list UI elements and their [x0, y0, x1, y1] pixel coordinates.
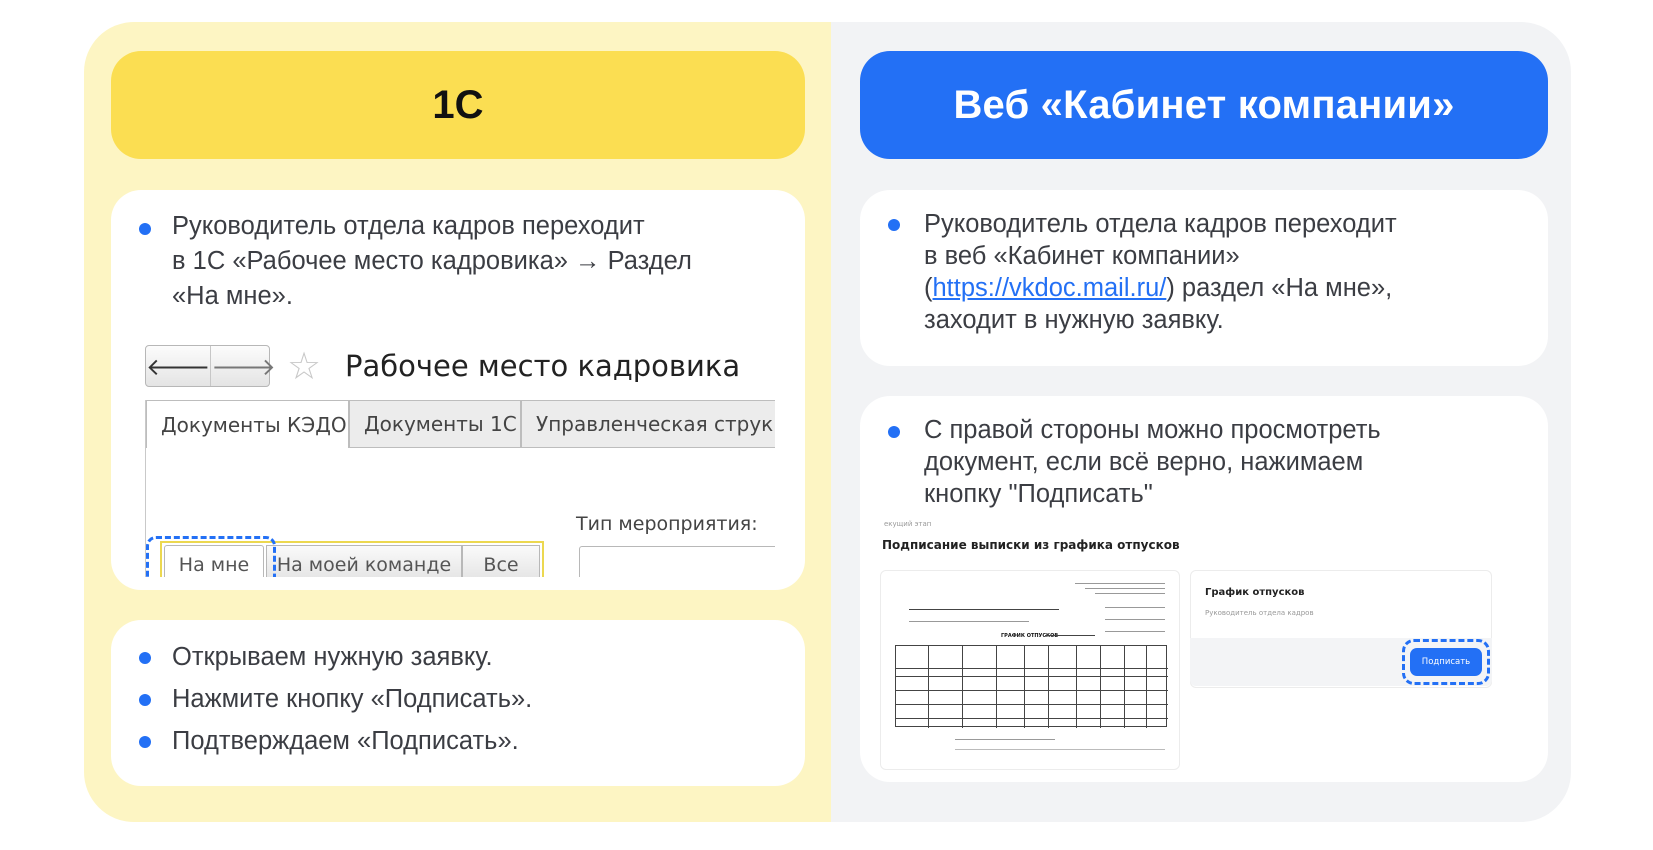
- onec-screenshot: 🡐 🡒 ☆ Рабочее место кадровика Документы …: [145, 345, 775, 577]
- table-rule: [896, 718, 1168, 719]
- tabs-area: Документы КЭДО Документы 1С Управленческ…: [145, 400, 775, 577]
- segment-my-team[interactable]: На моей команде: [266, 545, 462, 577]
- instruction-line: (https://vkdoc.mail.ru/) раздел «На мне»…: [924, 272, 1392, 304]
- side-panel-title: График отпусков: [1205, 587, 1305, 598]
- table-col: [1124, 646, 1125, 728]
- sign-button-highlight: [1402, 639, 1490, 685]
- back-arrow-icon[interactable]: 🡐: [146, 346, 210, 386]
- bullet-dot: [139, 736, 151, 748]
- table-col: [1100, 646, 1101, 728]
- tab-underline: [349, 447, 775, 448]
- document-heading: ГРАФИК ОТПУСКОВ: [1001, 633, 1059, 639]
- vacation-table: [895, 645, 1168, 728]
- doc-text-line: [1105, 619, 1165, 620]
- bullet-dot: [888, 219, 900, 231]
- instruction-line: в 1С «Рабочее место кадровика» → Раздел: [172, 247, 692, 275]
- card-view-sign: С правой стороны можно просмотреть докум…: [860, 396, 1548, 782]
- table-rule: [896, 704, 1168, 705]
- table-col: [1076, 646, 1077, 728]
- instruction-line: документ, если всё верно, нажимаем: [924, 448, 1364, 476]
- section-text: ) раздел «На мне»,: [1166, 274, 1393, 302]
- side-panel-subtitle: Руководитель отдела кадров: [1205, 609, 1314, 617]
- doc-text-line: [1095, 593, 1165, 594]
- table-col: [1048, 646, 1049, 728]
- step-item: Открываем нужную заявку.: [172, 643, 493, 671]
- doc-text-line: [909, 609, 1059, 610]
- vkdoc-link[interactable]: https://vkdoc.mail.ru/: [933, 274, 1167, 302]
- star-icon[interactable]: ☆: [287, 345, 321, 387]
- header-1c: 1C: [111, 51, 805, 159]
- bullet-dot: [888, 426, 900, 438]
- instruction-line: Руководитель отдела кадров переходит: [924, 210, 1397, 238]
- doc-text-line: [1075, 583, 1165, 584]
- instruction-line: Руководитель отдела кадров переходит: [172, 212, 645, 240]
- event-type-input[interactable]: [579, 546, 775, 577]
- event-type-label: Тип мероприятия:: [576, 513, 758, 535]
- doc-text-line: [955, 739, 1055, 740]
- table-rule: [896, 676, 1168, 677]
- step-item: Подтверждаем «Подписать».: [172, 727, 519, 755]
- instruction-line: «На мне».: [172, 282, 293, 310]
- bullet-dot: [139, 694, 151, 706]
- doc-text-line: [909, 621, 1029, 622]
- header-web-cabinet: Веб «Кабинет компании»: [860, 51, 1548, 159]
- paren-open: (: [924, 274, 933, 302]
- document-paper: ГРАФИК ОТПУСКОВ: [895, 579, 1169, 769]
- card-web-navigation: Руководитель отдела кадров переходит в в…: [860, 190, 1548, 366]
- document-screenshot: екущий этап Подписание выписки из график…: [860, 510, 1548, 782]
- instruction-line: заходит в нужную заявку.: [924, 306, 1224, 334]
- doc-text-line: [1045, 635, 1095, 636]
- tab-management-structure[interactable]: Управленческая струк: [521, 400, 775, 448]
- doc-text-line: [1085, 588, 1165, 589]
- table-rule: [896, 690, 1168, 691]
- table-col: [1024, 646, 1025, 728]
- instruction-line: С правой стороны можно просмотреть: [924, 416, 1381, 444]
- nav-buttons: 🡐 🡒: [145, 345, 276, 387]
- doc-text-line: [955, 749, 1165, 750]
- forward-arrow-icon[interactable]: 🡒: [210, 346, 276, 386]
- instruction-line: в веб «Кабинет компании»: [924, 242, 1240, 270]
- document-preview[interactable]: ГРАФИК ОТПУСКОВ: [880, 570, 1180, 770]
- document-title: Подписание выписки из графика отпусков: [882, 538, 1180, 552]
- table-col: [962, 646, 963, 728]
- on-me-highlight: [146, 536, 276, 577]
- segment-all[interactable]: Все: [462, 545, 540, 577]
- card-1c-navigation: Руководитель отдела кадров переходит в 1…: [111, 190, 805, 590]
- bullet-dot: [139, 223, 151, 235]
- doc-text-line: [1105, 607, 1165, 608]
- tab-kedo-documents[interactable]: Документы КЭДО: [146, 400, 349, 448]
- step-item: Нажмите кнопку «Подписать».: [172, 685, 533, 713]
- doc-text-line: [1105, 631, 1165, 632]
- table-col: [1146, 646, 1147, 728]
- table-rule: [896, 668, 1168, 669]
- card-steps: Открываем нужную заявку. Нажмите кнопку …: [111, 620, 805, 786]
- table-col: [996, 646, 997, 728]
- table-col: [928, 646, 929, 728]
- onec-window-title: Рабочее место кадровика: [345, 349, 741, 383]
- stage-label: екущий этап: [884, 520, 932, 528]
- tab-1c-documents[interactable]: Документы 1С: [349, 400, 521, 448]
- bullet-dot: [139, 652, 151, 664]
- instruction-line: кнопку "Подписать": [924, 480, 1153, 508]
